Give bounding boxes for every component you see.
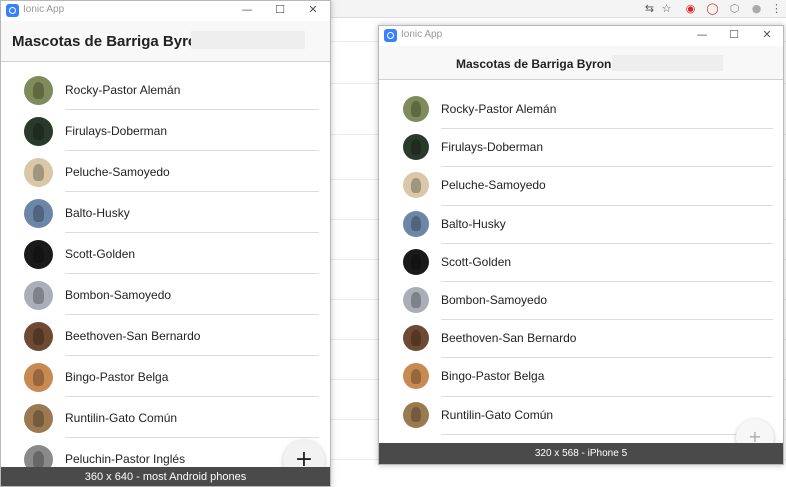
window-titlebar: Ionic App — ☐ ✕ [1, 1, 330, 21]
pet-name: Scott-Golden [441, 254, 512, 269]
list-item[interactable]: Rocky-Pastor Alemán [379, 91, 783, 130]
ionic-logo-icon [384, 29, 397, 42]
pet-name: Bombon-Samoyedo [441, 293, 548, 307]
opera-icon[interactable]: ◯ [706, 2, 719, 15]
list-item[interactable]: Beethoven-San Bernardo [379, 320, 783, 359]
app-header: Mascotas de Barriga Byron [1, 21, 330, 62]
list-item[interactable]: Peluche-Samoyedo [1, 151, 330, 192]
device-size-label: 320 x 568 - iPhone 5 [379, 443, 783, 464]
list-item[interactable]: Bombon-Samoyedo [379, 282, 783, 321]
iphone-preview-window: Ionic App — ☐ ✕ Mascotas de Barriga Byro… [378, 25, 784, 465]
window-title: Ionic App [23, 4, 65, 15]
pet-avatar [24, 322, 53, 351]
pet-avatar [403, 287, 429, 313]
pet-name: Beethoven-San Bernardo [441, 331, 577, 346]
pet-name: Bingo-Pastor Belga [441, 369, 545, 384]
pet-name: Peluche-Samoyedo [441, 178, 546, 193]
pet-avatar [403, 210, 429, 237]
list-item[interactable]: Bingo-Pastor Belga [1, 356, 330, 397]
maximize-icon[interactable]: ☐ [725, 27, 743, 43]
pet-avatar [403, 363, 429, 390]
page-title: Mascotas de Barriga Byron [12, 33, 207, 50]
pet-avatar [24, 363, 53, 392]
pet-avatar [24, 240, 53, 269]
window-titlebar: Ionic App — ☐ ✕ [379, 26, 783, 46]
pet-avatar [403, 172, 429, 199]
list-item[interactable]: Balto-Husky [1, 192, 330, 233]
list-item[interactable]: Firulays-Doberman [379, 129, 783, 168]
window-title: Ionic App [401, 29, 443, 40]
pet-name: Peluche-Samoyedo [65, 165, 170, 179]
list-item[interactable]: Scott-Golden [379, 244, 783, 282]
pet-name: Balto-Husky [65, 206, 130, 220]
close-icon[interactable]: ✕ [304, 2, 322, 18]
maximize-icon[interactable]: ☐ [271, 2, 289, 18]
extension-red-icon[interactable]: ◉ [684, 2, 697, 15]
ionic-logo-icon [6, 4, 19, 17]
app-header: Mascotas de Barriga Byron [379, 46, 783, 80]
android-preview-window: Ionic App — ☐ ✕ Mascotas de Barriga Byro… [0, 0, 331, 487]
translate-icon[interactable]: ⇆ [643, 2, 656, 15]
list-item[interactable]: Beethoven-San Bernardo [1, 315, 330, 356]
pet-name: Balto-Husky [441, 216, 506, 231]
pet-name: Runtilin-Gato Común [441, 407, 554, 422]
pet-name: Runtilin-Gato Común [65, 411, 178, 425]
pet-name: Scott-Golden [65, 247, 136, 261]
minimize-icon[interactable]: — [693, 27, 711, 43]
pet-avatar [24, 281, 53, 310]
extension-shield-icon[interactable]: ⬡ [728, 2, 741, 15]
pet-avatar [403, 401, 429, 428]
menu-icon[interactable]: ⋮ [770, 2, 783, 15]
pet-name: Beethoven-San Bernardo [65, 329, 201, 343]
extension-gray-icon[interactable]: ● [750, 2, 763, 15]
pet-name: Bingo-Pastor Belga [65, 370, 169, 384]
pet-avatar [403, 134, 429, 161]
pet-avatar [403, 248, 429, 275]
pet-name: Firulays-Doberman [441, 140, 544, 155]
pet-list: Rocky-Pastor Alemán Firulays-Doberman Pelu… [1, 69, 330, 479]
list-item[interactable]: Bingo-Pastor Belga [379, 358, 783, 397]
item-divider [441, 433, 773, 435]
pet-avatar [24, 158, 53, 187]
pet-name: Bombon-Samoyedo [65, 288, 172, 302]
star-icon[interactable]: ☆ [660, 2, 673, 15]
list-item[interactable]: Firulays-Doberman [1, 110, 330, 151]
pet-avatar [24, 199, 53, 228]
list-item[interactable]: Peluche-Samoyedo [379, 167, 783, 206]
pet-avatar [403, 325, 429, 352]
pet-name: Firulays-Doberman [65, 124, 168, 138]
pet-name: Rocky-Pastor Alemán [65, 83, 181, 97]
pet-avatar [403, 96, 429, 122]
page-title: Mascotas de Barriga Byron [456, 57, 612, 71]
pet-list: Rocky-Pastor Alemán Firulays-Doberman Pelu… [379, 91, 783, 443]
list-item[interactable]: Runtilin-Gato Común [1, 397, 330, 438]
pet-avatar [24, 76, 53, 105]
browser-toolbar: ⇆ ☆ ◉ ◯ ⬡ ● ⋮ [330, 0, 786, 18]
list-item[interactable]: Balto-Husky [379, 206, 783, 244]
list-item[interactable]: Runtilin-Gato Común [379, 397, 783, 435]
list-item[interactable]: Scott-Golden [1, 233, 330, 274]
close-icon[interactable]: ✕ [758, 27, 776, 43]
pet-name: Peluchin-Pastor Inglés [65, 452, 186, 466]
pet-name: Rocky-Pastor Alemán [441, 102, 557, 116]
list-item[interactable]: Bombon-Samoyedo [1, 274, 330, 315]
list-item[interactable]: Rocky-Pastor Alemán [1, 69, 330, 110]
pet-avatar [24, 404, 53, 433]
minimize-icon[interactable]: — [238, 2, 256, 18]
device-size-label: 360 x 640 - most Android phones [1, 467, 330, 486]
pet-avatar [24, 117, 53, 146]
